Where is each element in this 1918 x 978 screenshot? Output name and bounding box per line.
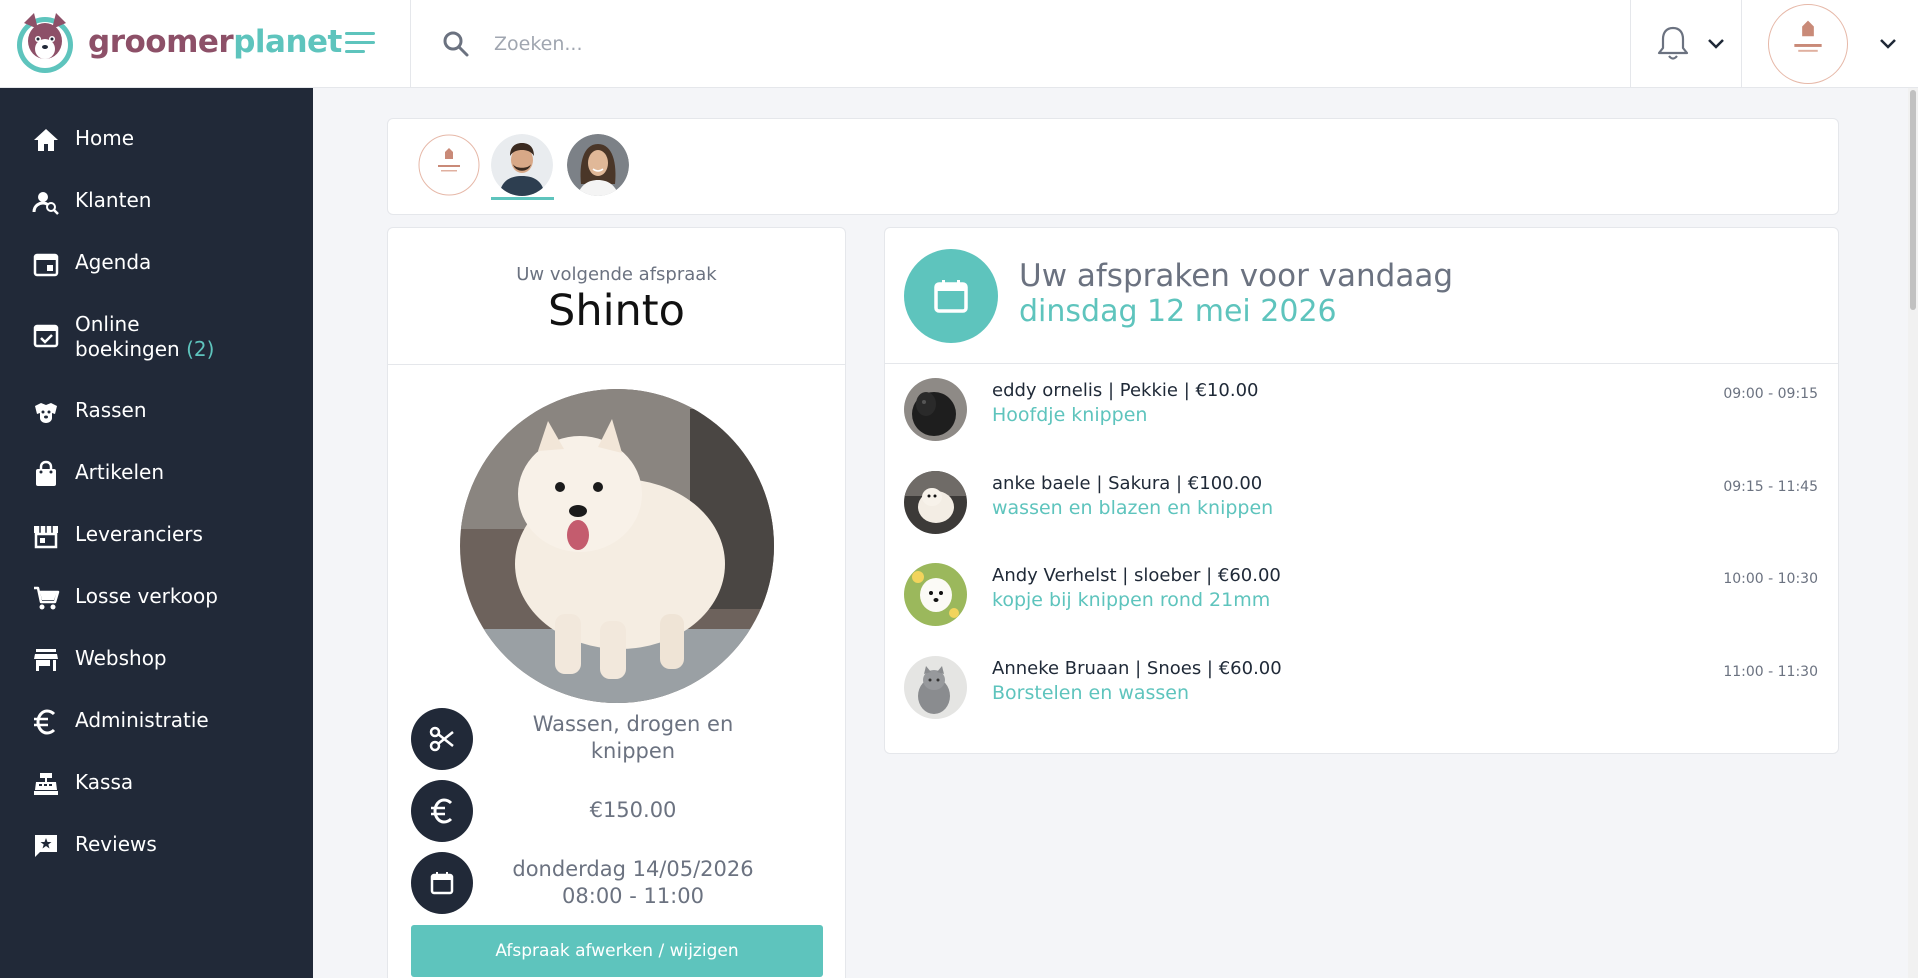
sidebar-item-label: Online boekingen (2) (75, 312, 214, 362)
customers-icon (32, 192, 59, 215)
sidebar-item-label: Reviews (75, 832, 157, 856)
sidebar: Home Klanten Agenda Online boekingen (2)… (0, 88, 313, 978)
today-date: dinsdag 12 mei 2026 (1019, 294, 1337, 329)
bell-icon[interactable] (1655, 24, 1691, 62)
appointment-service: kopje bij knippen rond 21mm (992, 589, 1271, 611)
today-title: Uw afspraken voor vandaag (1019, 258, 1454, 294)
sidebar-item-label: Agenda (75, 250, 152, 274)
logo[interactable]: groomerplanet (14, 8, 342, 76)
appointment-summary: Anneke Bruaan | Snoes | €60.00 (992, 658, 1282, 679)
sidebar-item-label: Rassen (75, 398, 147, 422)
sidebar-item-label: Administratie (75, 708, 209, 732)
search-input[interactable] (494, 33, 1094, 55)
service-line2: knippen (590, 739, 676, 763)
calendar-icon (33, 253, 59, 277)
dog-face-icon (35, 403, 57, 423)
pet-avatar (904, 563, 967, 626)
appointment-row[interactable]: Andy Verhelst | sloeber | €60.00 kopje b… (885, 563, 1838, 633)
appointment-datetime: donderdag 14/05/2026 08:00 - 11:00 (483, 856, 783, 910)
cash-register-icon (34, 773, 58, 795)
cart-icon (34, 586, 60, 610)
sidebar-item-label: Kassa (75, 770, 134, 794)
appointment-row[interactable]: Anneke Bruaan | Snoes | €60.00 Borstelen… (885, 656, 1838, 726)
appointment-time: 10:00 - 10:30 (1723, 571, 1818, 587)
brand-name: groomerplanet (88, 24, 342, 60)
staff-avatar-man[interactable] (491, 134, 553, 196)
pet-avatar (904, 471, 967, 534)
sidebar-item-label: Leveranciers (75, 522, 203, 546)
euro-icon (411, 780, 473, 842)
salon-avatar[interactable] (418, 134, 480, 196)
service-description: Wassen, drogen en knippen (483, 711, 783, 765)
euro-icon (34, 709, 56, 735)
calendar-icon (904, 249, 998, 343)
scissors-icon (411, 708, 473, 770)
appointment-time: 09:15 - 11:45 (1723, 479, 1818, 495)
sidebar-item-label: Klanten (75, 188, 152, 212)
service-line1: Wassen, drogen en (532, 712, 734, 736)
appointment-service: Hoofdje knippen (992, 404, 1148, 426)
appointment-summary: eddy ornelis | Pekkie | €10.00 (992, 380, 1259, 401)
sidebar-item-label: Webshop (75, 646, 167, 670)
sidebar-item-label: Artikelen (75, 460, 165, 484)
pet-photo (460, 389, 774, 703)
today-appointments-card: Uw afspraken voor vandaag dinsdag 12 mei… (884, 227, 1839, 754)
scrollbar-thumb[interactable] (1910, 90, 1916, 310)
top-bar: groomerplanet (0, 0, 1918, 88)
search-icon[interactable] (440, 28, 472, 60)
brand-part1: groomer (88, 24, 234, 60)
sidebar-item-label-line1: Online (75, 312, 140, 336)
dog-logo-icon (17, 13, 73, 73)
calendar-icon (411, 852, 473, 914)
appointment-price: €150.00 (589, 798, 677, 822)
sidebar-item-label: Losse verkoop (75, 584, 218, 608)
store-icon (34, 649, 58, 671)
today-header: Uw afspraken voor vandaag dinsdag 12 mei… (885, 228, 1838, 364)
storefront-icon (34, 526, 58, 549)
next-appointment-subtitle: Uw volgende afspraak (516, 264, 717, 285)
next-appointment-card: Uw volgende afspraak Shinto Wassen, drog… (387, 227, 846, 978)
profile-avatar[interactable] (1768, 4, 1848, 84)
menu-toggle-icon[interactable] (341, 26, 381, 62)
appointment-service: wassen en blazen en knippen (992, 497, 1274, 519)
shopping-bag-icon (36, 460, 56, 486)
chevron-down-icon[interactable] (1705, 36, 1727, 52)
appointment-row[interactable]: eddy ornelis | Pekkie | €10.00 Hoofdje k… (885, 378, 1838, 448)
appointment-summary: anke baele | Sakura | €100.00 (992, 473, 1263, 494)
pet-name: Shinto (548, 286, 685, 336)
appointment-service: Borstelen en wassen (992, 682, 1190, 704)
divider (1630, 0, 1631, 88)
pet-avatar (904, 656, 967, 719)
chevron-down-icon[interactable] (1877, 36, 1899, 52)
calendar-check-icon (33, 324, 59, 348)
next-appointment-header: Uw volgende afspraak Shinto (388, 228, 845, 365)
divider (1741, 0, 1742, 88)
appointment-date: donderdag 14/05/2026 (512, 857, 754, 881)
appointment-summary: Andy Verhelst | sloeber | €60.00 (992, 565, 1281, 586)
brand-part2: planet (233, 24, 342, 60)
selected-staff-indicator (491, 197, 554, 200)
finish-appointment-button[interactable]: Afspraak afwerken / wijzigen (411, 925, 823, 977)
search-bar (411, 0, 1611, 88)
appointment-time: 11:00 - 11:30 (1723, 664, 1818, 680)
sidebar-item-label-line2: boekingen (75, 337, 180, 361)
staff-selector (387, 118, 1839, 215)
appointment-time: 09:00 - 09:15 (1723, 386, 1818, 402)
staff-avatar-woman[interactable] (567, 134, 629, 196)
appointment-row[interactable]: anke baele | Sakura | €100.00 wassen en … (885, 471, 1838, 541)
pet-avatar (904, 378, 967, 441)
booking-count-badge: (2) (186, 337, 215, 361)
review-star-icon (35, 835, 57, 857)
sidebar-item-label: Home (75, 126, 135, 150)
home-icon (34, 129, 58, 151)
appointment-time: 08:00 - 11:00 (562, 884, 704, 908)
